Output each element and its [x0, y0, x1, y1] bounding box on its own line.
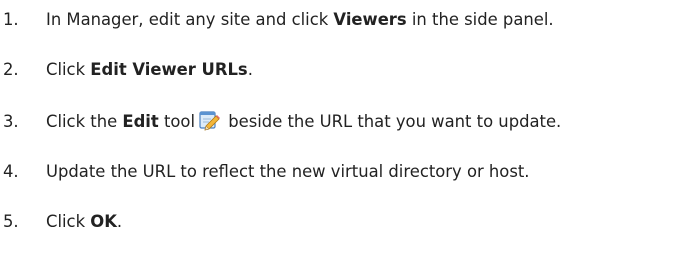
- step-text: In Manager, edit any site and click: [46, 10, 334, 29]
- step-bold-term: Viewers: [333, 10, 407, 29]
- step-number: 3.: [3, 112, 19, 131]
- step-bold-term: Edit Viewer URLs: [90, 60, 248, 79]
- step-number: 4.: [3, 162, 19, 181]
- step-text: beside the URL that you want to update.: [223, 112, 562, 131]
- step-text: in the side panel.: [406, 10, 554, 29]
- step-number: 1.: [3, 10, 19, 29]
- step-text: tool: [158, 112, 196, 131]
- step-text: Click: [46, 212, 91, 231]
- step-text: Click: [46, 60, 91, 79]
- step-text: Click the: [46, 112, 123, 131]
- step-text: .: [116, 212, 123, 231]
- step-item: 3. Click the Edit tool beside the URL tha…: [0, 109, 561, 133]
- step-number: 5.: [3, 212, 19, 231]
- step-item: 4. Update the URL to reflect the new virt…: [0, 160, 530, 184]
- step-bold-term: Edit: [122, 112, 159, 131]
- step-number: 2.: [3, 60, 19, 79]
- edit-pencil-icon: [198, 109, 221, 131]
- step-text: .: [247, 60, 253, 79]
- step-item: 1. In Manager, edit any site and click Vi…: [0, 8, 554, 32]
- step-item: 2. Click Edit Viewer URLs.: [0, 58, 253, 82]
- step-text: Update the URL to reflect the new virtua…: [46, 162, 530, 181]
- step-bold-term: OK: [90, 212, 117, 231]
- step-item: 5. Click OK.: [0, 210, 122, 234]
